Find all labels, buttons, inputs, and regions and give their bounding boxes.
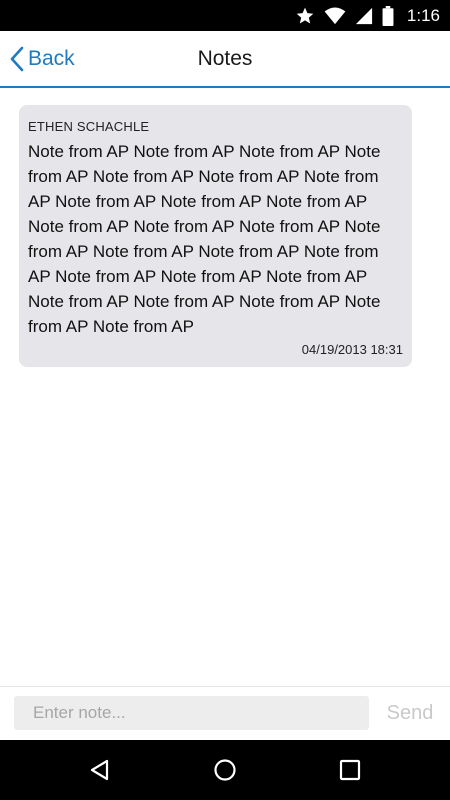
header: Back Notes — [0, 31, 450, 88]
chevron-left-icon — [10, 46, 24, 72]
home-circle-icon — [213, 758, 237, 782]
note-input[interactable] — [14, 696, 369, 730]
composer-bar: Send — [0, 686, 450, 740]
nav-recents-button[interactable] — [320, 740, 380, 800]
back-button[interactable]: Back — [10, 31, 75, 86]
battery-icon — [382, 5, 394, 26]
send-button[interactable]: Send — [378, 696, 442, 730]
wifi-icon — [324, 6, 346, 25]
note-author: ETHEN SCHACHLE — [28, 119, 150, 134]
note-text: Note from AP Note from AP Note from AP N… — [28, 142, 381, 336]
status-time: 1:16 — [406, 5, 440, 25]
nav-home-button[interactable] — [195, 740, 255, 800]
signal-icon — [355, 7, 373, 25]
navigation-bar — [0, 740, 450, 800]
nav-back-button[interactable] — [70, 740, 130, 800]
star-icon — [295, 6, 315, 26]
recents-square-icon — [339, 759, 361, 781]
notes-list[interactable]: ETHEN SCHACHLE Note from AP Note from AP… — [0, 88, 450, 686]
back-triangle-icon — [88, 758, 112, 782]
note-bubble: ETHEN SCHACHLE Note from AP Note from AP… — [19, 105, 412, 367]
status-bar: 1:16 — [0, 0, 450, 31]
back-button-label: Back — [28, 46, 75, 70]
note-timestamp: 04/19/2013 18:31 — [301, 342, 403, 357]
